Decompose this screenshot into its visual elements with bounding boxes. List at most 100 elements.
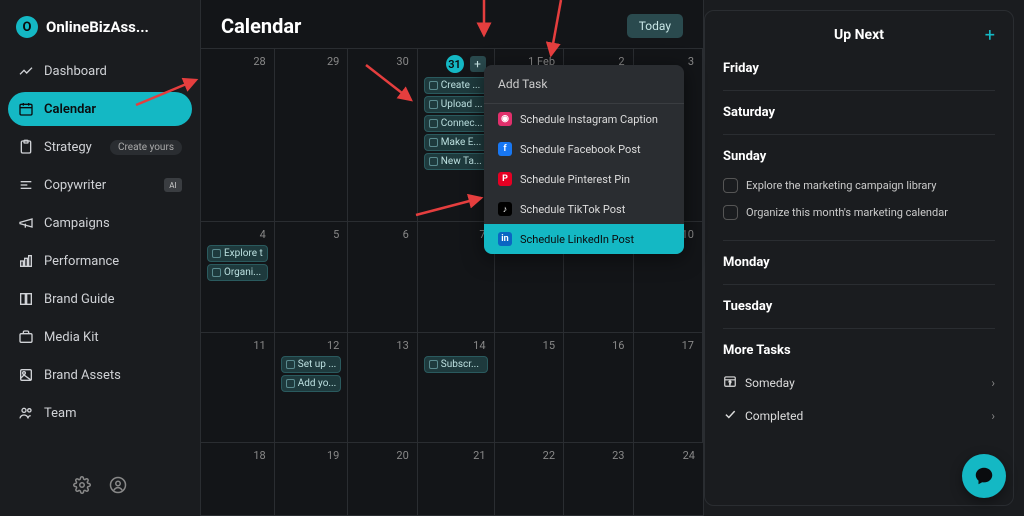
nav-item-brand-assets[interactable]: Brand Assets [8,358,192,392]
task-checkbox[interactable] [212,249,221,258]
nav-item-campaigns[interactable]: Campaigns [8,206,192,240]
calendar-cell[interactable]: 15 [495,333,565,444]
task-checkbox[interactable] [429,119,438,128]
add-task-button[interactable]: + [985,25,995,46]
calendar-task[interactable]: Make E... [424,134,488,151]
sidebar-footer [8,466,192,504]
nav-label: Strategy [44,140,92,155]
nav-item-dashboard[interactable]: Dashboard [8,54,192,88]
task-checkbox[interactable] [429,81,438,90]
day-number: 12 [281,337,342,356]
nav-item-media-kit[interactable]: Media Kit [8,320,192,354]
task-checkbox[interactable] [429,100,438,109]
task-checkbox[interactable] [286,360,295,369]
calendar-cell[interactable]: 16 [564,333,633,444]
popup-option-label: Schedule TikTok Post [520,203,625,216]
nav-label: Calendar [44,102,96,117]
calendar-cell[interactable]: 14Subscr... [418,333,495,444]
nav-badge[interactable]: Create yours [110,140,182,155]
up-next-panel: Up Next + FridaySaturdaySundayExplore th… [704,10,1014,506]
popup-option-pinterest[interactable]: PSchedule Pinterest Pin [484,164,684,194]
calendar-cell[interactable]: 30 [348,49,417,222]
more-row-label: Someday [745,376,795,390]
nav-label: Copywriter [44,178,106,193]
add-task-icon[interactable]: + [470,56,486,72]
settings-icon[interactable] [73,476,91,494]
nav-item-team[interactable]: Team [8,396,192,430]
task-checkbox[interactable] [212,268,221,277]
today-button[interactable]: Today [627,14,683,38]
more-row-someday[interactable]: ?Someday› [723,366,995,399]
calendar-cell[interactable]: 28 [201,49,275,222]
calendar-cell[interactable]: 23 [564,443,633,516]
add-task-popup: Add Task ◉Schedule Instagram CaptionfSch… [484,65,684,254]
calendar-task[interactable]: Create ... [424,77,488,94]
calendar-cell[interactable]: 29 [275,49,349,222]
calendar-cell[interactable]: 24 [634,443,704,516]
calendar-task[interactable]: Organi... [207,264,268,281]
day-number: 31+ [424,53,488,77]
popup-option-label: Schedule Facebook Post [520,143,641,156]
up-next-title: Up Next [834,27,884,43]
nav-label: Campaigns [44,216,110,231]
nav-item-brand-guide[interactable]: Brand Guide [8,282,192,316]
task-checkbox[interactable] [723,178,738,193]
day-number: 22 [501,447,558,466]
task-checkbox[interactable] [429,138,438,147]
calendar-task[interactable]: Connec... [424,115,488,132]
sidebar: O OnlineBizAss... Dashboard Calendar Strat… [0,0,200,516]
upnext-day-label: Tuesday [723,299,995,314]
nav-item-strategy[interactable]: Strategy Create yours [8,130,192,164]
calendar-task[interactable]: Explore t [207,245,268,262]
upnext-task[interactable]: Explore the marketing campaign library [723,172,995,199]
calendar-task[interactable]: Upload ... [424,96,488,113]
day-number: 17 [640,337,697,356]
nav-label: Brand Guide [44,292,114,307]
calendar-task[interactable]: Add yo... [281,375,342,392]
calendar-cell[interactable]: 6 [348,222,417,333]
day-number: 21 [424,447,488,466]
more-row-completed[interactable]: Completed› [723,399,995,432]
popup-option-label: Schedule LinkedIn Post [520,233,634,246]
chat-bubble-button[interactable] [962,454,1006,498]
task-checkbox[interactable] [429,360,438,369]
performance-icon [18,253,34,269]
nav-item-copywriter[interactable]: CopywriterAI [8,168,192,202]
nav-item-performance[interactable]: Performance [8,244,192,278]
calendar-cell[interactable]: 20 [348,443,417,516]
calendar-cell[interactable]: 11 [201,333,275,444]
strategy-icon [18,139,34,155]
brand-row: O OnlineBizAss... [8,12,192,54]
task-checkbox[interactable] [429,157,438,166]
task-label: New Ta... [441,156,482,167]
task-checkbox[interactable] [286,379,295,388]
calendar-cell[interactable]: 12Set up ... Add yo... [275,333,349,444]
calendar-task[interactable]: Set up ... [281,356,342,373]
task-checkbox[interactable] [723,205,738,220]
popup-option-label: Schedule Instagram Caption [520,113,658,126]
upnext-day-label: Monday [723,255,995,270]
calendar-cell[interactable]: 31+Create ... Upload ... Connec... Make E..… [418,49,495,222]
calendar-cell[interactable]: 13 [348,333,417,444]
upnext-task[interactable]: Organize this month's marketing calendar [723,199,995,226]
calendar-cell[interactable]: 17 [634,333,704,444]
nav-item-calendar[interactable]: Calendar [8,92,192,126]
popup-option-facebook[interactable]: fSchedule Facebook Post [484,134,684,164]
calendar-cell[interactable]: 4Explore tOrgani... [201,222,275,333]
nav-label: Brand Assets [44,368,121,383]
popup-option-instagram[interactable]: ◉Schedule Instagram Caption [484,104,684,134]
popup-option-tiktok[interactable]: ♪Schedule TikTok Post [484,194,684,224]
calendar-task[interactable]: New Ta... [424,153,488,170]
calendar-cell[interactable]: 22 [495,443,565,516]
calendar-cell[interactable]: 7 [418,222,495,333]
account-icon[interactable] [109,476,127,494]
popup-option-linkedin[interactable]: inSchedule LinkedIn Post [484,224,684,254]
media-kit-icon [18,329,34,345]
calendar-cell[interactable]: 19 [275,443,349,516]
calendar-cell[interactable]: 18 [201,443,275,516]
calendar-task[interactable]: Subscr... [424,356,488,373]
calendar-cell[interactable]: 5 [275,222,349,333]
calendar-cell[interactable]: 21 [418,443,495,516]
day-number: 11 [207,337,268,356]
popup-title: Add Task [484,65,684,104]
